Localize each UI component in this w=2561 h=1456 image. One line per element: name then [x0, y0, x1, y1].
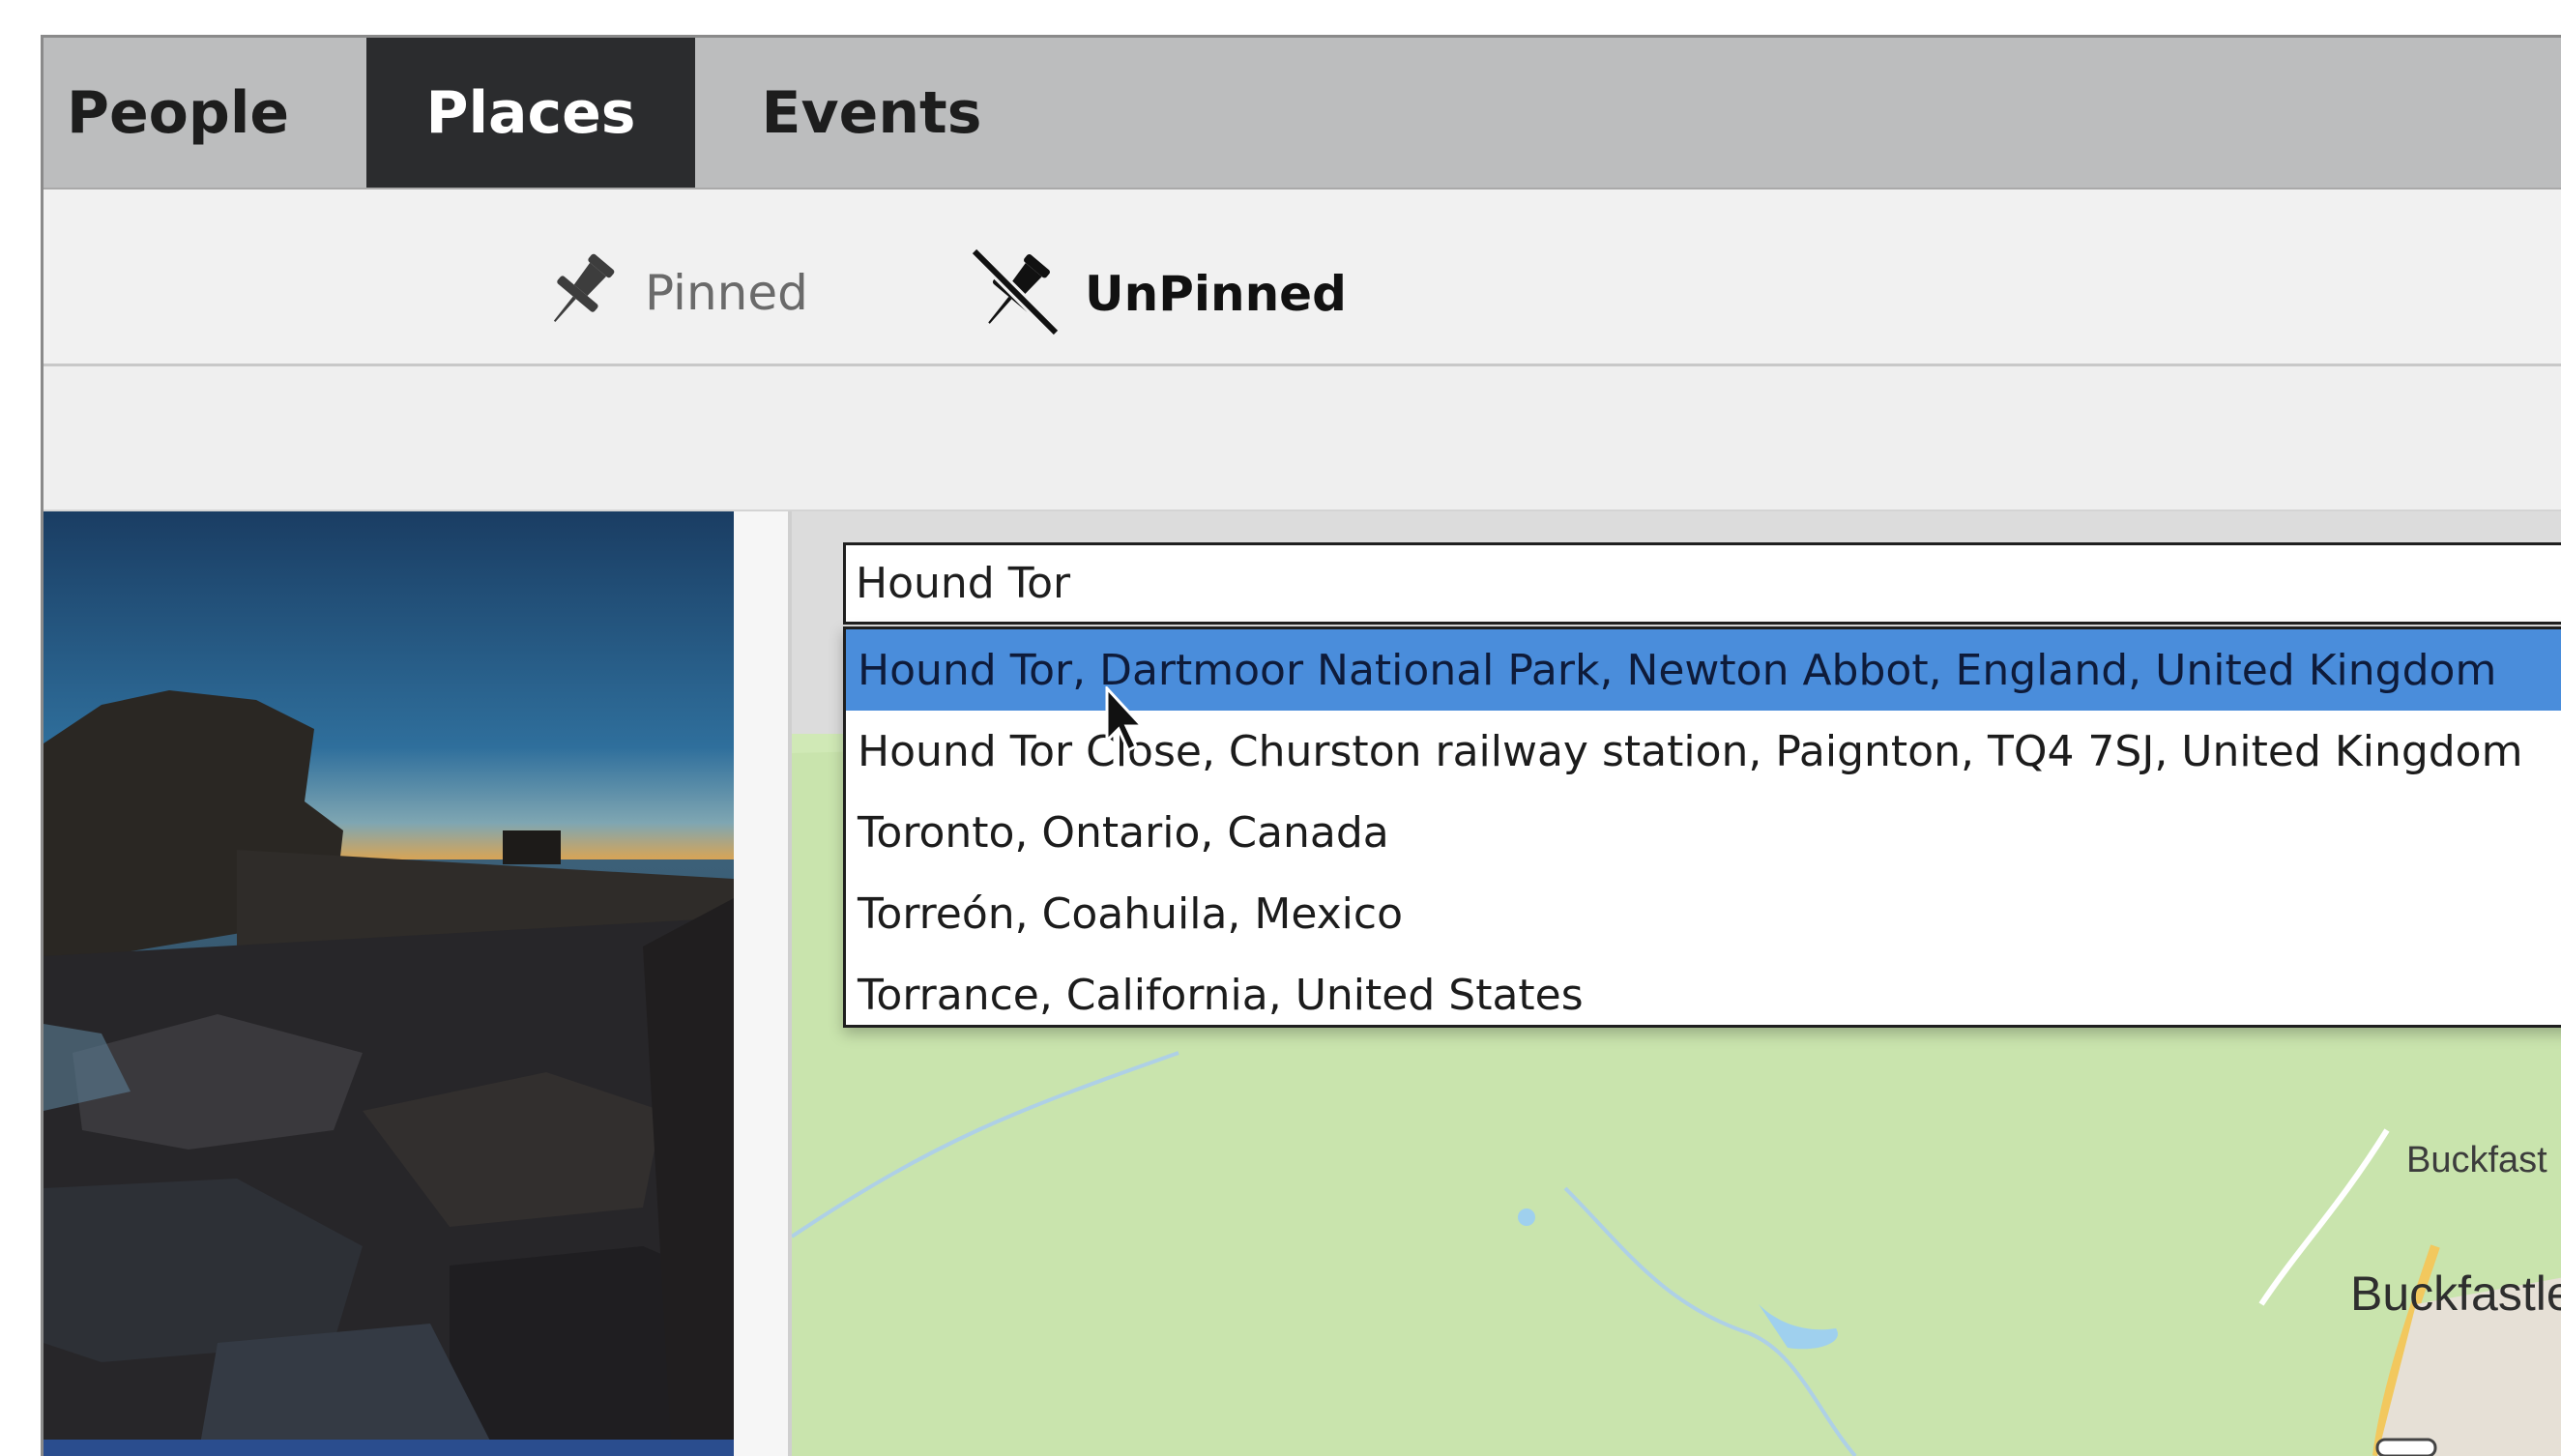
unpinned-toggle[interactable]: UnPinned — [967, 244, 1347, 344]
panel-divider[interactable] — [734, 511, 792, 1456]
tab-people[interactable]: People — [44, 38, 366, 188]
suggestion-item[interactable]: Hound Tor Close, Churston railway statio… — [846, 711, 2561, 792]
map-label-buckfastleigh: Buckfastlei — [2350, 1267, 2561, 1321]
autocomplete-dropdown: Hound Tor, Dartmoor National Park, Newto… — [843, 626, 2561, 1028]
mouse-pointer-icon — [1105, 686, 1144, 753]
suggestion-item[interactable]: Toronto, Ontario, Canada — [846, 792, 2561, 873]
unpin-icon — [967, 244, 1063, 344]
pinned-label: Pinned — [645, 265, 808, 321]
content-header-band — [44, 366, 2561, 511]
suggestion-item[interactable]: Hound Tor, Dartmoor National Park, Newto… — [846, 629, 2561, 711]
place-photo[interactable] — [44, 511, 734, 1456]
suggestion-item[interactable]: Torrance, California, United States — [846, 954, 2561, 1025]
pin-icon — [537, 248, 624, 338]
pinned-toggle[interactable]: Pinned — [537, 248, 808, 338]
unpinned-label: UnPinned — [1085, 266, 1347, 322]
tab-events[interactable]: Events — [695, 38, 1048, 188]
top-tab-bar: People Places Events — [44, 38, 2561, 189]
map-label-buckfast: Buckfast — [2406, 1140, 2547, 1180]
pin-filter-toolbar: Pinned UnPinned — [44, 189, 2561, 501]
tab-places[interactable]: Places — [366, 38, 695, 188]
place-search-input[interactable] — [843, 542, 2561, 625]
suggestion-item[interactable]: Torreón, Coahuila, Mexico — [846, 873, 2561, 954]
